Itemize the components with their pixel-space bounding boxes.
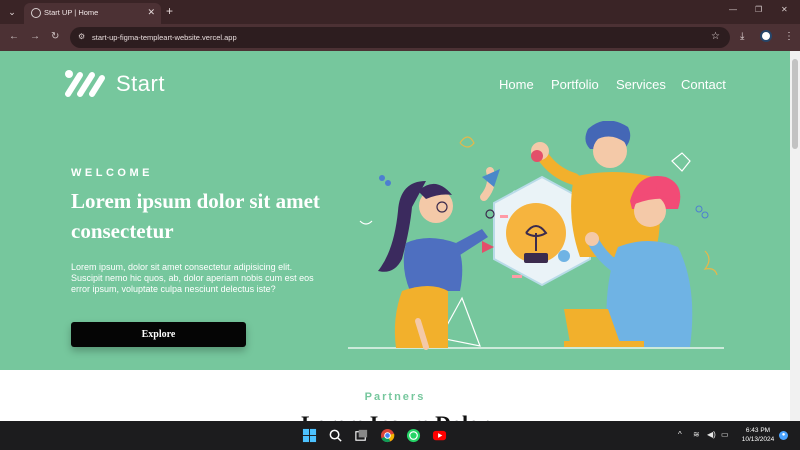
site-info-icon[interactable]: ⚙: [78, 32, 85, 41]
globe-icon: [31, 8, 41, 18]
url-text[interactable]: start-up-figma-templeart-website.vercel.…: [92, 33, 237, 42]
windows-start-icon[interactable]: [302, 428, 317, 443]
system-clock[interactable]: 6:43 PM 10/13/2024: [740, 426, 776, 444]
browser-tab[interactable]: Start UP | Home ✕: [24, 3, 161, 24]
battery-icon[interactable]: ▭: [721, 430, 729, 439]
browser-tab-strip: ⌄ Start UP | Home ✕ + — ❐ ✕: [0, 0, 800, 24]
new-tab-icon[interactable]: +: [166, 5, 173, 17]
forward-icon[interactable]: →: [30, 31, 40, 42]
logo-icon: [65, 70, 105, 97]
address-bar-row: ← → ↻ ⚙ start-up-figma-templeart-website…: [0, 24, 800, 51]
page-scrollbar[interactable]: [790, 51, 800, 421]
taskbar: ^ ≋ ◀) ▭ 6:43 PM 10/13/2024 ●: [0, 421, 800, 450]
partners-eyebrow: Partners: [364, 391, 426, 403]
page-viewport: Start Home Portfolio Services Contact WE…: [0, 51, 790, 421]
wifi-icon[interactable]: ≋: [693, 430, 700, 439]
hero-headline: Lorem ipsum dolor sit amet consectetur: [71, 189, 320, 243]
search-icon[interactable]: [328, 428, 343, 443]
bookmark-star-icon[interactable]: ☆: [711, 31, 720, 42]
clock-date: 10/13/2024: [741, 436, 775, 443]
whatsapp-icon[interactable]: [406, 428, 421, 443]
hero-illustration: [348, 121, 724, 350]
nav-home[interactable]: Home: [499, 77, 534, 92]
hero-section: Start Home Portfolio Services Contact WE…: [0, 51, 790, 370]
clock-time: 6:43 PM: [745, 427, 771, 434]
minimize-icon[interactable]: —: [729, 5, 737, 14]
tab-title: Start UP | Home: [44, 8, 99, 17]
hero-body: Lorem ipsum, dolor sit amet consectetur …: [71, 262, 314, 294]
download-icon[interactable]: ⤓: [740, 31, 744, 42]
nav-services[interactable]: Services: [616, 77, 666, 92]
back-icon[interactable]: ←: [9, 31, 19, 42]
partners-title: Lorem Ipsum Dolor: [0, 411, 790, 421]
nav-contact[interactable]: Contact: [681, 77, 726, 92]
close-icon[interactable]: ✕: [147, 7, 155, 18]
tray-chevron-icon[interactable]: ^: [678, 430, 682, 439]
hero-eyebrow: WELCOME: [71, 167, 153, 179]
reload-icon[interactable]: ↻: [51, 31, 59, 42]
logo-text[interactable]: Start: [116, 71, 165, 97]
window-close-icon[interactable]: ✕: [781, 5, 788, 14]
address-bar[interactable]: ⚙ start-up-figma-templeart-website.verce…: [70, 27, 730, 48]
notification-icon[interactable]: ●: [779, 431, 788, 440]
maximize-icon[interactable]: ❐: [755, 5, 762, 14]
scrollbar-thumb[interactable]: [792, 59, 798, 149]
chrome-icon[interactable]: [380, 428, 395, 443]
task-view-icon[interactable]: [354, 428, 369, 443]
profile-icon[interactable]: [760, 30, 772, 42]
tab-search-icon[interactable]: ⌄: [6, 6, 18, 18]
explore-button[interactable]: Explore: [71, 322, 246, 347]
volume-icon[interactable]: ◀): [707, 430, 716, 439]
youtube-icon[interactable]: [432, 428, 447, 443]
menu-icon[interactable]: ⋮: [784, 31, 794, 42]
nav-portfolio[interactable]: Portfolio: [551, 77, 599, 92]
